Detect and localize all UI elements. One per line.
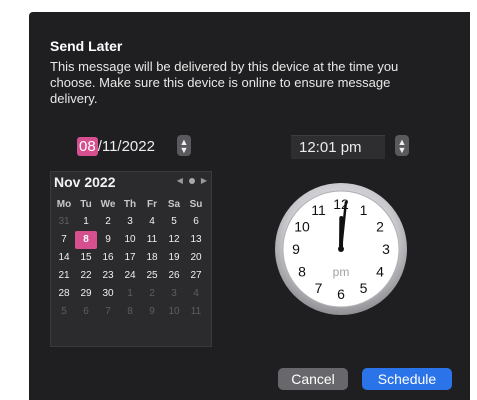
- calendar-week-row: 14 15 16 17 18 19 20: [53, 249, 209, 267]
- clock-face[interactable]: 12 1234567891011 pm: [274, 182, 408, 316]
- calendar-day[interactable]: 13: [185, 231, 207, 249]
- calendar-week-row: 7 8 9 10 11 12 13: [53, 231, 209, 249]
- schedule-button[interactable]: Schedule: [362, 368, 452, 390]
- calendar-day[interactable]: 31: [53, 213, 75, 231]
- clock-number: 2: [376, 219, 384, 235]
- calendar-day[interactable]: 3: [163, 285, 185, 303]
- calendar-day[interactable]: 14: [53, 249, 75, 267]
- clock-number: 8: [298, 264, 306, 280]
- calendar-day[interactable]: 17: [119, 249, 141, 267]
- calendar-day[interactable]: 19: [163, 249, 185, 267]
- clock-center-pin: [338, 246, 344, 252]
- calendar-day[interactable]: 29: [75, 285, 97, 303]
- cancel-button[interactable]: Cancel: [278, 368, 348, 390]
- calendar-day[interactable]: 10: [119, 231, 141, 249]
- calendar-day[interactable]: 28: [53, 285, 75, 303]
- calendar-day[interactable]: 26: [163, 267, 185, 285]
- calendar-month-label: Nov 2022: [54, 174, 116, 190]
- calendar-day[interactable]: 24: [119, 267, 141, 285]
- calendar-day[interactable]: 20: [185, 249, 207, 267]
- dialog-title: Send Later: [50, 38, 123, 54]
- calendar-day[interactable]: 4: [185, 285, 207, 303]
- clock-number: 7: [315, 280, 323, 296]
- calendar-day[interactable]: 3: [119, 213, 141, 231]
- calendar-day[interactable]: 10: [163, 303, 185, 321]
- calendar-day[interactable]: 30: [97, 285, 119, 303]
- calendar-day[interactable]: 23: [97, 267, 119, 285]
- calendar-day-selected[interactable]: 8: [75, 231, 97, 249]
- calendar-day[interactable]: 18: [141, 249, 163, 267]
- dialog-message: This message will be delivered by this d…: [50, 59, 399, 106]
- calendar: Nov 2022 ◀ ▶ Mo Tu We Th Fr Sa Su 31 1 2 3 4 5 6 7 8 9 1…: [50, 171, 212, 347]
- time-field[interactable]: 12:01 pm: [291, 135, 385, 159]
- clock-number: 6: [337, 286, 345, 302]
- calendar-weekday: Mo: [56, 198, 72, 210]
- clock-number: 4: [376, 264, 384, 280]
- clock-number: 3: [382, 241, 390, 257]
- calendar-weekday: We: [100, 198, 116, 210]
- calendar-day[interactable]: 21: [53, 267, 75, 285]
- clock-number: 11: [311, 202, 326, 218]
- calendar-day[interactable]: 22: [75, 267, 97, 285]
- calendar-day[interactable]: 2: [97, 213, 119, 231]
- calendar-day[interactable]: 7: [53, 231, 75, 249]
- calendar-day[interactable]: 1: [119, 285, 141, 303]
- analog-clock[interactable]: 12 1 2 3 4 5 6 7 8 9 10 11 pm: [274, 182, 408, 321]
- calendar-week-row: 31 1 2 3 4 5 6: [53, 213, 209, 231]
- calendar-weekday: Su: [189, 198, 203, 210]
- calendar-nav: ◀ ▶: [177, 176, 207, 185]
- clock-number: 5: [360, 280, 368, 296]
- calendar-day[interactable]: 8: [119, 303, 141, 321]
- calendar-day[interactable]: 5: [163, 213, 185, 231]
- calendar-weekday: Th: [123, 198, 137, 210]
- calendar-day[interactable]: 15: [75, 249, 97, 267]
- calendar-day[interactable]: 6: [75, 303, 97, 321]
- calendar-weekday: Tu: [80, 198, 92, 210]
- calendar-day[interactable]: 27: [185, 267, 207, 285]
- date-month-segment[interactable]: 08: [77, 136, 98, 156]
- calendar-day[interactable]: 2: [141, 285, 163, 303]
- time-stepper[interactable]: ▲ ▼: [395, 135, 409, 156]
- clock-period-label: pm: [333, 265, 350, 279]
- date-stepper[interactable]: ▲ ▼: [177, 135, 191, 156]
- calendar-week-row: 5 6 7 8 9 10 11: [53, 303, 209, 321]
- clock-number: 9: [292, 241, 300, 257]
- calendar-day[interactable]: 6: [185, 213, 207, 231]
- calendar-day[interactable]: 12: [163, 231, 185, 249]
- calendar-week-row: 28 29 30 1 2 3 4: [53, 285, 209, 303]
- clock-number: 10: [294, 219, 310, 235]
- calendar-day[interactable]: 16: [97, 249, 119, 267]
- chevron-down-icon[interactable]: ▼: [180, 145, 189, 154]
- chevron-down-icon[interactable]: ▼: [398, 145, 407, 154]
- today-dot-icon[interactable]: [188, 177, 195, 184]
- calendar-weekday-row: Mo Tu We Th Fr Sa Su: [53, 195, 209, 213]
- calendar-day[interactable]: 5: [53, 303, 75, 321]
- calendar-day[interactable]: 1: [75, 213, 97, 231]
- calendar-week-row: 21 22 23 24 25 26 27: [53, 267, 209, 285]
- calendar-day[interactable]: 11: [185, 303, 207, 321]
- calendar-weekday: Sa: [167, 198, 181, 210]
- date-rest-segment[interactable]: /11/2022: [98, 138, 155, 155]
- calendar-day[interactable]: 25: [141, 267, 163, 285]
- calendar-day[interactable]: 9: [141, 303, 163, 321]
- calendar-day[interactable]: 7: [97, 303, 119, 321]
- chevron-left-icon[interactable]: ◀: [177, 176, 183, 185]
- calendar-day[interactable]: 4: [141, 213, 163, 231]
- clock-number: 1: [360, 202, 368, 218]
- calendar-weekday: Fr: [147, 198, 157, 210]
- send-later-dialog: Send Later This message will be delivere…: [29, 12, 470, 400]
- calendar-grid: Mo Tu We Th Fr Sa Su 31 1 2 3 4 5 6 7 8 9 10 11 12 13 14 15 16…: [53, 195, 209, 321]
- chevron-right-icon[interactable]: ▶: [201, 176, 207, 185]
- calendar-day[interactable]: 9: [97, 231, 119, 249]
- calendar-day[interactable]: 11: [141, 231, 163, 249]
- date-field[interactable]: 08 /11/2022: [77, 136, 155, 156]
- time-value[interactable]: 12:01 pm: [299, 139, 362, 156]
